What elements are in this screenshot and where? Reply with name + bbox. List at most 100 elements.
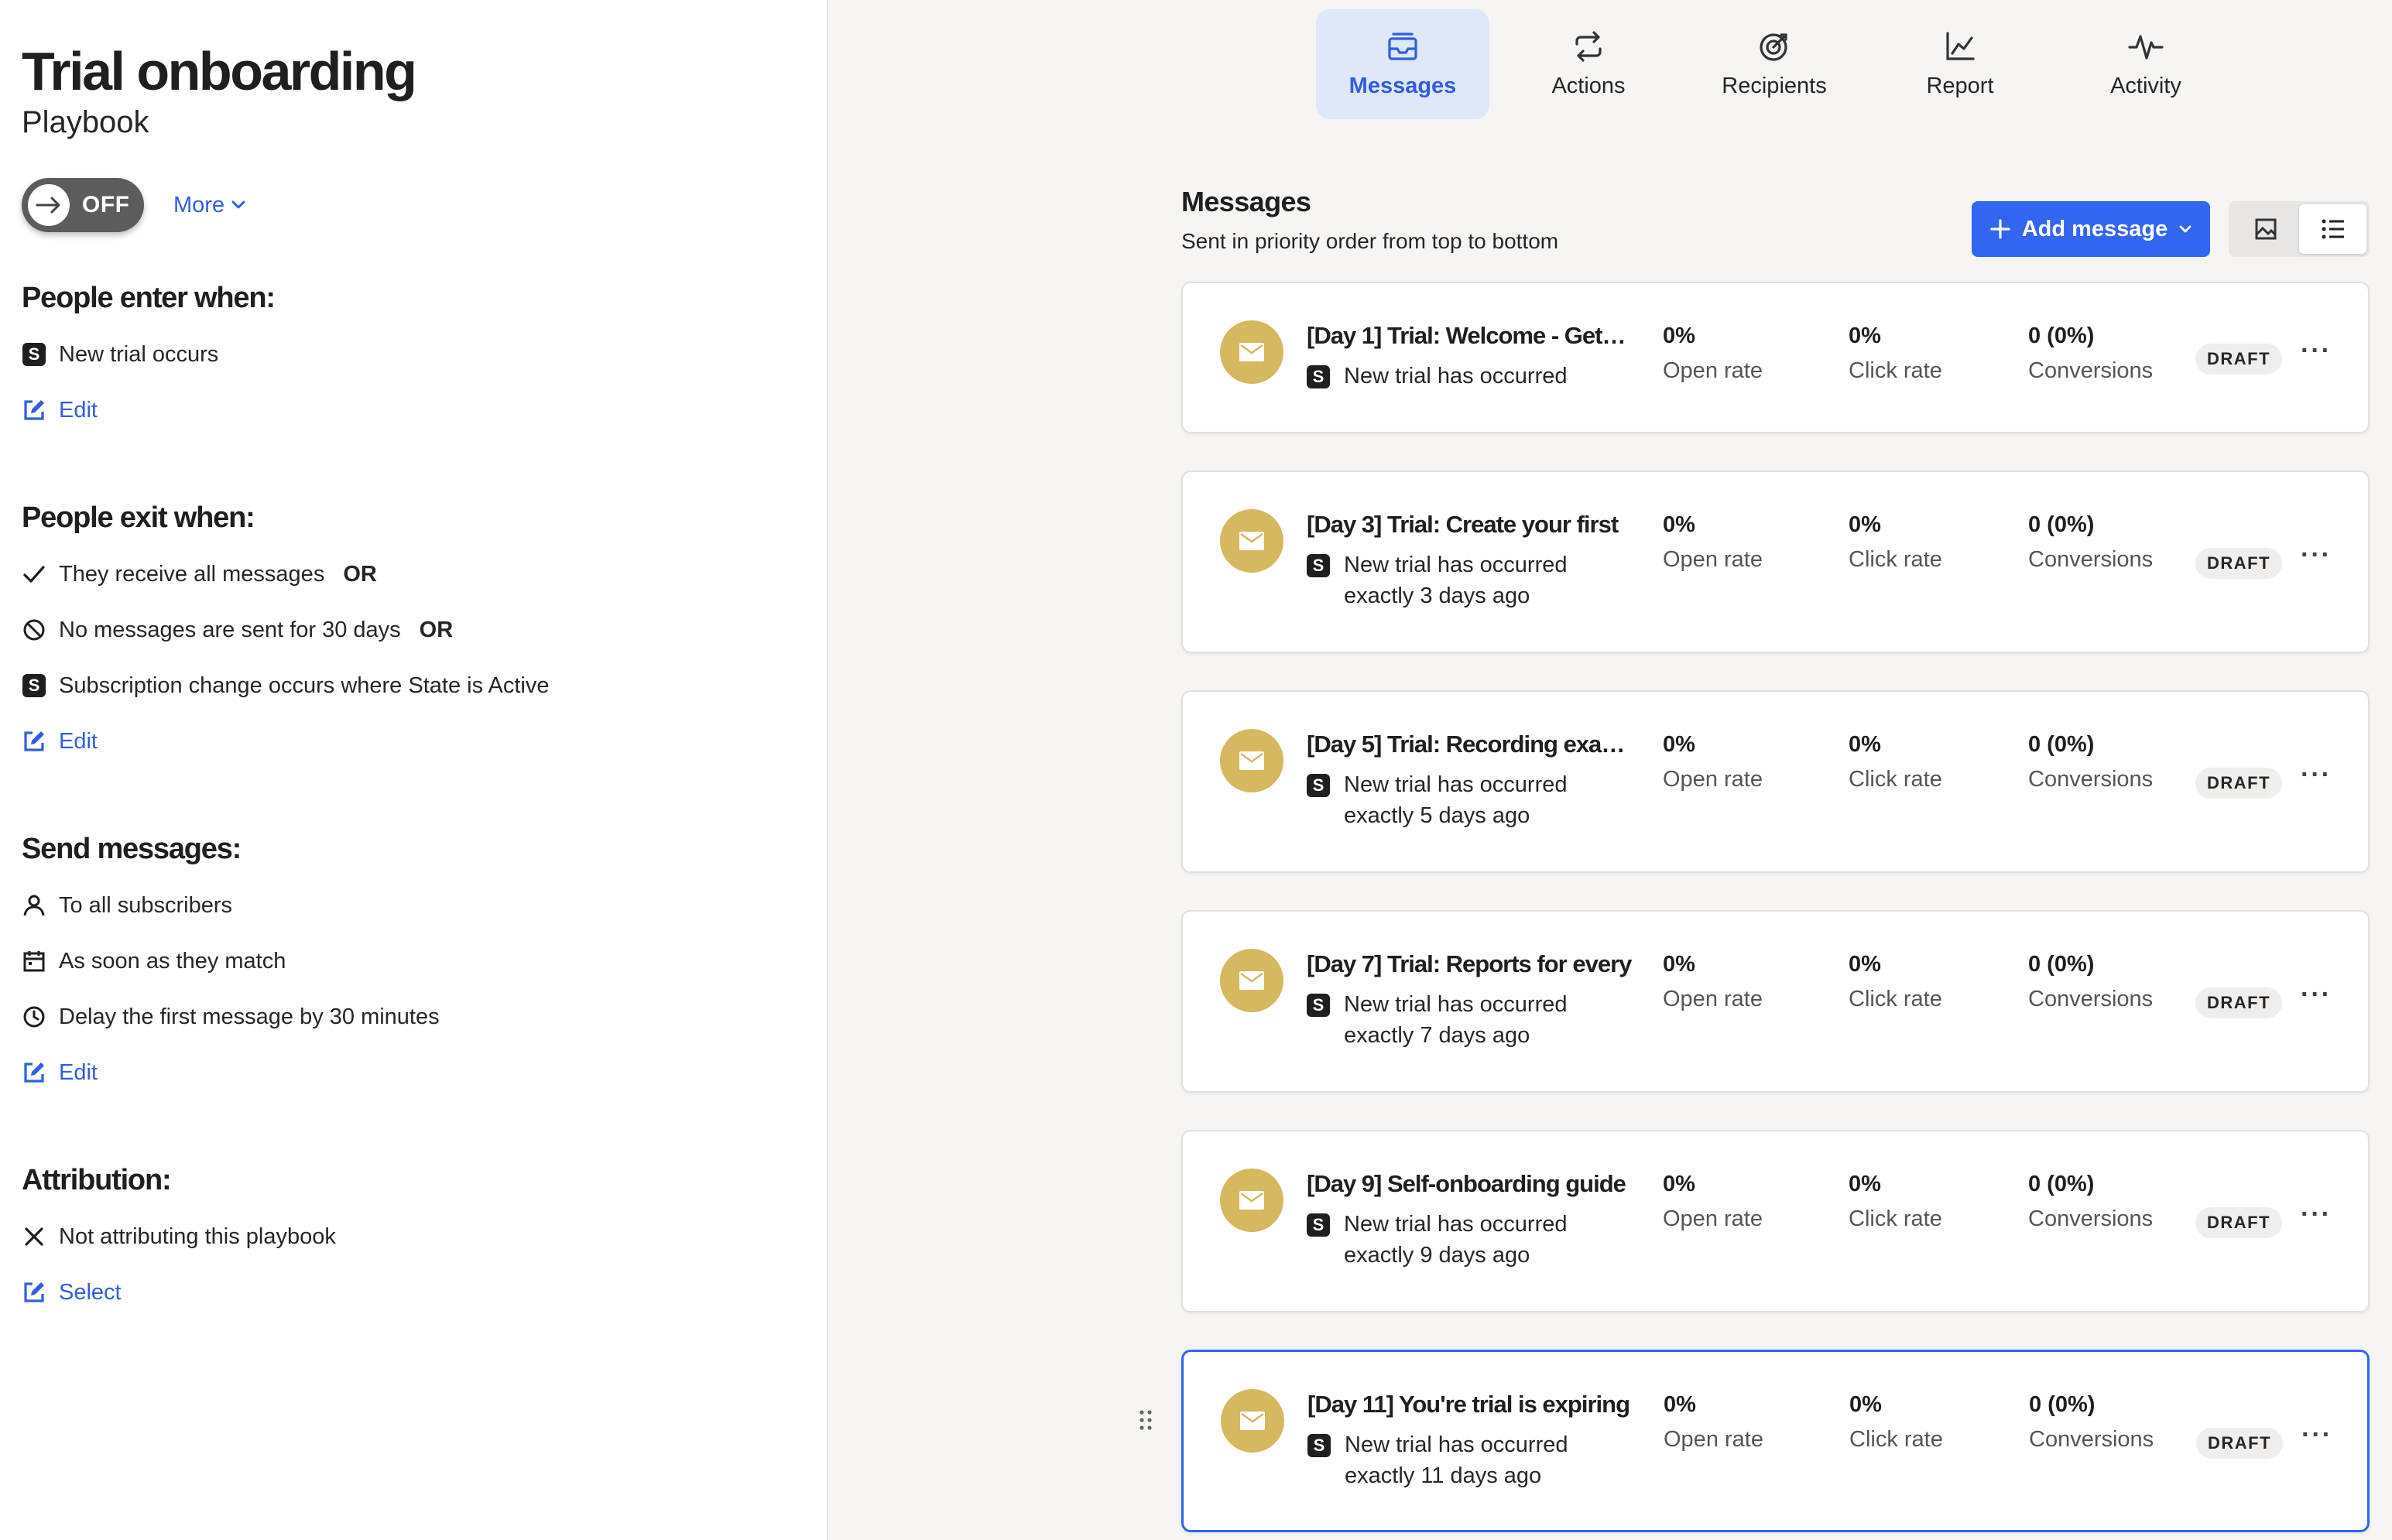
message-trigger: S New trial has occurred exactly 3 days a… bbox=[1307, 553, 1568, 611]
inbox-icon bbox=[1388, 32, 1417, 60]
open-rate-label: Open rate bbox=[1663, 987, 1763, 1011]
click-rate-stat: 0% Click rate bbox=[1849, 732, 1942, 792]
more-button[interactable]: More bbox=[173, 193, 246, 218]
open-rate-value: 0% bbox=[1664, 1392, 1696, 1417]
click-rate-label: Click rate bbox=[1849, 1206, 1942, 1231]
message-card[interactable]: [Day 9] Self-onboarding guide S New tria… bbox=[1181, 1130, 2370, 1312]
tab-label: Actions bbox=[1551, 73, 1626, 98]
tab-recipients[interactable]: Recipients bbox=[1688, 9, 1861, 119]
s-badge-icon: S bbox=[1307, 365, 1330, 388]
view-tabs: Messages Actions Recipients Report Activ… bbox=[1316, 9, 2245, 119]
status-badge: DRAFT bbox=[2195, 548, 2282, 579]
exit-edit-label: Edit bbox=[59, 728, 98, 754]
message-name[interactable]: [Day 1] Trial: Welcome - Get started bbox=[1307, 322, 1632, 350]
s-badge-icon: S bbox=[22, 674, 46, 697]
trigger-timing-text: exactly 11 days ago bbox=[1345, 1463, 1542, 1488]
edit-icon bbox=[22, 398, 46, 423]
tab-report[interactable]: Report bbox=[1873, 9, 2047, 119]
tab-messages[interactable]: Messages bbox=[1316, 9, 1489, 119]
send-rule-row: To all subscribers bbox=[22, 888, 827, 922]
click-rate-label: Click rate bbox=[1849, 767, 1942, 792]
chevron-down-icon bbox=[231, 200, 245, 209]
open-rate-stat: 0% Open rate bbox=[1663, 952, 1763, 1012]
click-rate-label: Click rate bbox=[1849, 987, 1942, 1011]
add-message-button[interactable]: Add message bbox=[1972, 201, 2210, 257]
trigger-timing-text: exactly 5 days ago bbox=[1344, 803, 1530, 828]
exit-section-title: People exit when: bbox=[22, 501, 255, 534]
arrow-right-icon bbox=[28, 184, 70, 226]
send-edit-label: Edit bbox=[59, 1059, 98, 1085]
edit-icon bbox=[22, 1060, 46, 1085]
status-badge: DRAFT bbox=[2196, 1428, 2283, 1459]
message-trigger: S New trial has occurred exactly 5 days a… bbox=[1307, 772, 1568, 831]
more-options-icon[interactable]: ··· bbox=[2301, 1199, 2332, 1230]
click-rate-value: 0% bbox=[1849, 952, 1881, 977]
enter-edit-link[interactable]: Edit bbox=[22, 393, 827, 427]
open-rate-stat: 0% Open rate bbox=[1663, 512, 1763, 573]
send-rule-row: Delay the first message by 30 minutes bbox=[22, 1000, 827, 1034]
clock-icon bbox=[22, 1004, 46, 1029]
conversions-value: 0 (0%) bbox=[2028, 1172, 2095, 1196]
click-rate-value: 0% bbox=[1849, 1172, 1881, 1196]
s-badge-icon: S bbox=[1307, 554, 1330, 577]
exit-condition-row: They receive all messages OR bbox=[22, 557, 827, 591]
conversions-value: 0 (0%) bbox=[2028, 732, 2095, 757]
conversions-value: 0 (0%) bbox=[2028, 512, 2095, 537]
status-badge: DRAFT bbox=[2195, 987, 2282, 1018]
conversions-stat: 0 (0%) Conversions bbox=[2028, 732, 2153, 792]
list-view-button[interactable] bbox=[2299, 204, 2366, 254]
message-card[interactable]: [Day 7] Trial: Reports for every S New t… bbox=[1181, 910, 2370, 1093]
trigger-text: New trial has occurred bbox=[1344, 772, 1568, 797]
messages-header: Messages Sent in priority order from top… bbox=[1181, 186, 2370, 257]
message-name[interactable]: [Day 11] You're trial is expiring bbox=[1307, 1391, 1633, 1419]
attribution-select-link[interactable]: Select bbox=[22, 1275, 827, 1309]
attribution-section-title: Attribution: bbox=[22, 1164, 172, 1196]
edit-icon bbox=[22, 729, 46, 754]
open-rate-label: Open rate bbox=[1663, 358, 1763, 383]
click-rate-value: 0% bbox=[1849, 732, 1881, 757]
toggle-state-label: OFF bbox=[82, 192, 130, 217]
more-options-icon[interactable]: ··· bbox=[2301, 336, 2332, 366]
conversions-label: Conversions bbox=[2028, 987, 2154, 1011]
enter-condition-row: S New trial occurs bbox=[22, 337, 827, 371]
tab-label: Report bbox=[1926, 73, 1994, 98]
conversions-stat: 0 (0%) Conversions bbox=[2028, 952, 2153, 1012]
message-card[interactable]: [Day 11] You're trial is expiring S New … bbox=[1181, 1350, 2370, 1532]
tab-actions[interactable]: Actions bbox=[1502, 9, 1675, 119]
enter-edit-label: Edit bbox=[59, 397, 98, 423]
playbook-on-off-toggle[interactable]: OFF bbox=[22, 178, 144, 232]
message-card[interactable]: [Day 5] Trial: Recording examples S New … bbox=[1181, 690, 2370, 873]
message-card[interactable]: [Day 1] Trial: Welcome - Get started S N… bbox=[1181, 282, 2370, 433]
more-options-icon[interactable]: ··· bbox=[2301, 980, 2332, 1010]
click-rate-label: Click rate bbox=[1849, 1427, 1943, 1452]
tab-activity[interactable]: Activity bbox=[2059, 9, 2233, 119]
send-rule-row: As soon as they match bbox=[22, 944, 827, 978]
more-options-icon[interactable]: ··· bbox=[2301, 1420, 2332, 1450]
exit-edit-link[interactable]: Edit bbox=[22, 724, 827, 758]
message-name[interactable]: [Day 9] Self-onboarding guide bbox=[1307, 1170, 1632, 1198]
s-badge-icon: S bbox=[1307, 774, 1330, 797]
more-options-icon[interactable]: ··· bbox=[2301, 760, 2332, 790]
trigger-text: New trial has occurred bbox=[1344, 364, 1568, 388]
tab-label: Messages bbox=[1348, 73, 1457, 98]
conversions-stat: 0 (0%) Conversions bbox=[2029, 1392, 2154, 1453]
page-title: Trial onboarding bbox=[22, 41, 417, 101]
open-rate-label: Open rate bbox=[1664, 1427, 1763, 1452]
conversions-label: Conversions bbox=[2028, 547, 2154, 572]
exit-condition-text: Subscription change occurs where State i… bbox=[59, 672, 550, 698]
more-options-icon[interactable]: ··· bbox=[2301, 540, 2332, 570]
toggle-row: OFF More bbox=[22, 176, 827, 234]
message-name[interactable]: [Day 7] Trial: Reports for every bbox=[1307, 950, 1632, 978]
click-rate-stat: 0% Click rate bbox=[1849, 1172, 1942, 1232]
attribution-text: Not attributing this playbook bbox=[59, 1223, 336, 1249]
message-name[interactable]: [Day 3] Trial: Create your first bbox=[1307, 511, 1632, 539]
grid-view-button[interactable] bbox=[2232, 204, 2299, 254]
click-rate-value: 0% bbox=[1849, 323, 1881, 348]
message-card[interactable]: [Day 3] Trial: Create your first S New t… bbox=[1181, 471, 2370, 653]
message-name[interactable]: [Day 5] Trial: Recording examples bbox=[1307, 731, 1632, 758]
trigger-text: New trial has occurred bbox=[1344, 1212, 1568, 1237]
open-rate-label: Open rate bbox=[1663, 1206, 1763, 1231]
send-edit-link[interactable]: Edit bbox=[22, 1056, 827, 1090]
drag-handle-icon[interactable] bbox=[1138, 1408, 1153, 1436]
open-rate-stat: 0% Open rate bbox=[1664, 1392, 1763, 1453]
